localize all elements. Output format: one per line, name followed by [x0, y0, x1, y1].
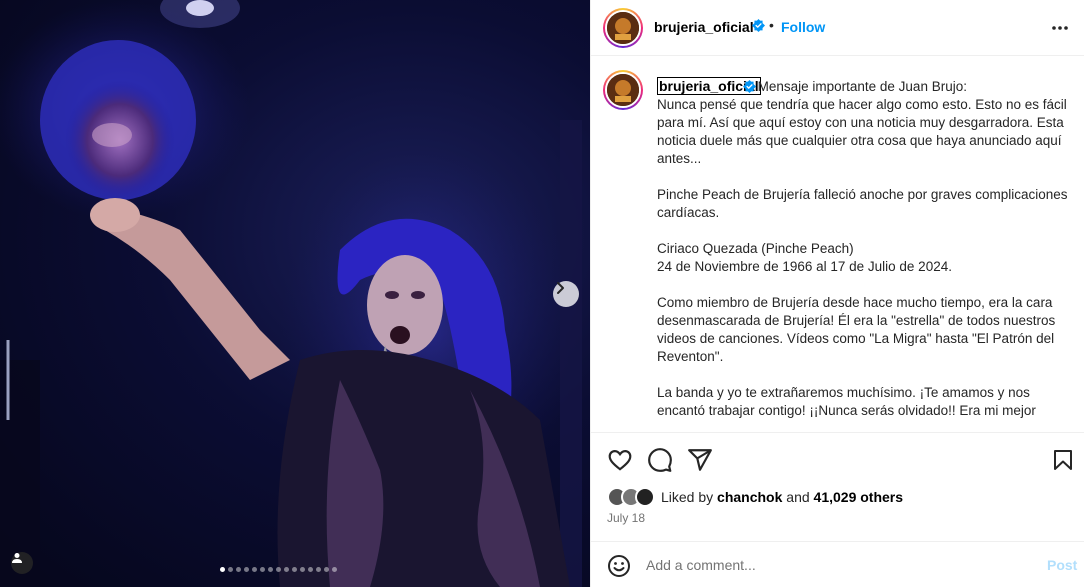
- liker-avatars[interactable]: [607, 487, 655, 507]
- next-slide-button[interactable]: [553, 281, 579, 307]
- carousel-dot: [244, 567, 249, 572]
- likes-count[interactable]: 41,029 others: [814, 489, 904, 505]
- avatar-image: [605, 72, 641, 108]
- caption-scroll-area[interactable]: brujeria_oficialMensaje importante de Ju…: [591, 57, 1084, 432]
- heart-icon[interactable]: [607, 447, 633, 473]
- caption-body: Nunca pensé que tendría que hacer algo c…: [657, 97, 1068, 418]
- carousel-dot: [260, 567, 265, 572]
- carousel-dot: [284, 567, 289, 572]
- carousel-dot: [316, 567, 321, 572]
- follow-button[interactable]: Follow: [781, 19, 825, 35]
- user-tag-icon: [12, 553, 22, 563]
- next-arrow-icon: [557, 282, 564, 294]
- concert-photo: [0, 0, 582, 587]
- verified-badge-icon: [752, 19, 765, 32]
- carousel-dot: [292, 567, 297, 572]
- tagged-users-button[interactable]: [11, 552, 33, 574]
- carousel-indicator: [220, 567, 337, 572]
- carousel-dot: [332, 567, 337, 572]
- comment-icon[interactable]: [647, 447, 673, 473]
- carousel-dot: [268, 567, 273, 572]
- carousel-dot: [252, 567, 257, 572]
- avatar[interactable]: [603, 8, 643, 48]
- more-options-icon[interactable]: [1049, 18, 1071, 38]
- likes-summary: Liked by chanchok and 41,029 others: [607, 487, 903, 507]
- carousel-dot: [300, 567, 305, 572]
- carousel-dot: [308, 567, 313, 572]
- carousel-dot: [220, 567, 225, 572]
- avatar-image: [605, 10, 641, 46]
- post-caption: brujeria_oficialMensaje importante de Ju…: [657, 77, 1071, 420]
- likes-and: and: [786, 489, 810, 505]
- liker-username[interactable]: chanchok: [717, 489, 782, 505]
- action-bar: [591, 432, 1084, 537]
- caption-avatar[interactable]: [603, 70, 643, 110]
- avatar: [635, 487, 655, 507]
- carousel-dot: [276, 567, 281, 572]
- carousel-dot: [236, 567, 241, 572]
- likes-prefix: Liked by: [661, 489, 714, 505]
- emoji-icon[interactable]: [607, 554, 631, 578]
- username-link[interactable]: brujeria_oficial: [654, 19, 754, 35]
- comment-bar: Post: [591, 541, 1084, 587]
- post-panel: brujeria_oficial • Follow brujeria_ofici…: [590, 0, 1084, 587]
- post-media[interactable]: [0, 0, 590, 587]
- caption-lead: Mensaje importante de Juan Brujo:: [757, 79, 967, 94]
- carousel-dot: [228, 567, 233, 572]
- bookmark-icon[interactable]: [1051, 447, 1075, 473]
- post-date[interactable]: July 18: [607, 511, 645, 525]
- likes-text[interactable]: Liked by chanchok and 41,029 others: [661, 489, 903, 505]
- carousel-dot: [324, 567, 329, 572]
- verified-badge-icon: [742, 80, 756, 93]
- separator-dot: •: [769, 17, 774, 33]
- comment-input[interactable]: [646, 554, 1026, 576]
- share-icon[interactable]: [687, 447, 713, 473]
- post-comment-button[interactable]: Post: [1047, 557, 1077, 573]
- post-header: brujeria_oficial • Follow: [591, 0, 1084, 56]
